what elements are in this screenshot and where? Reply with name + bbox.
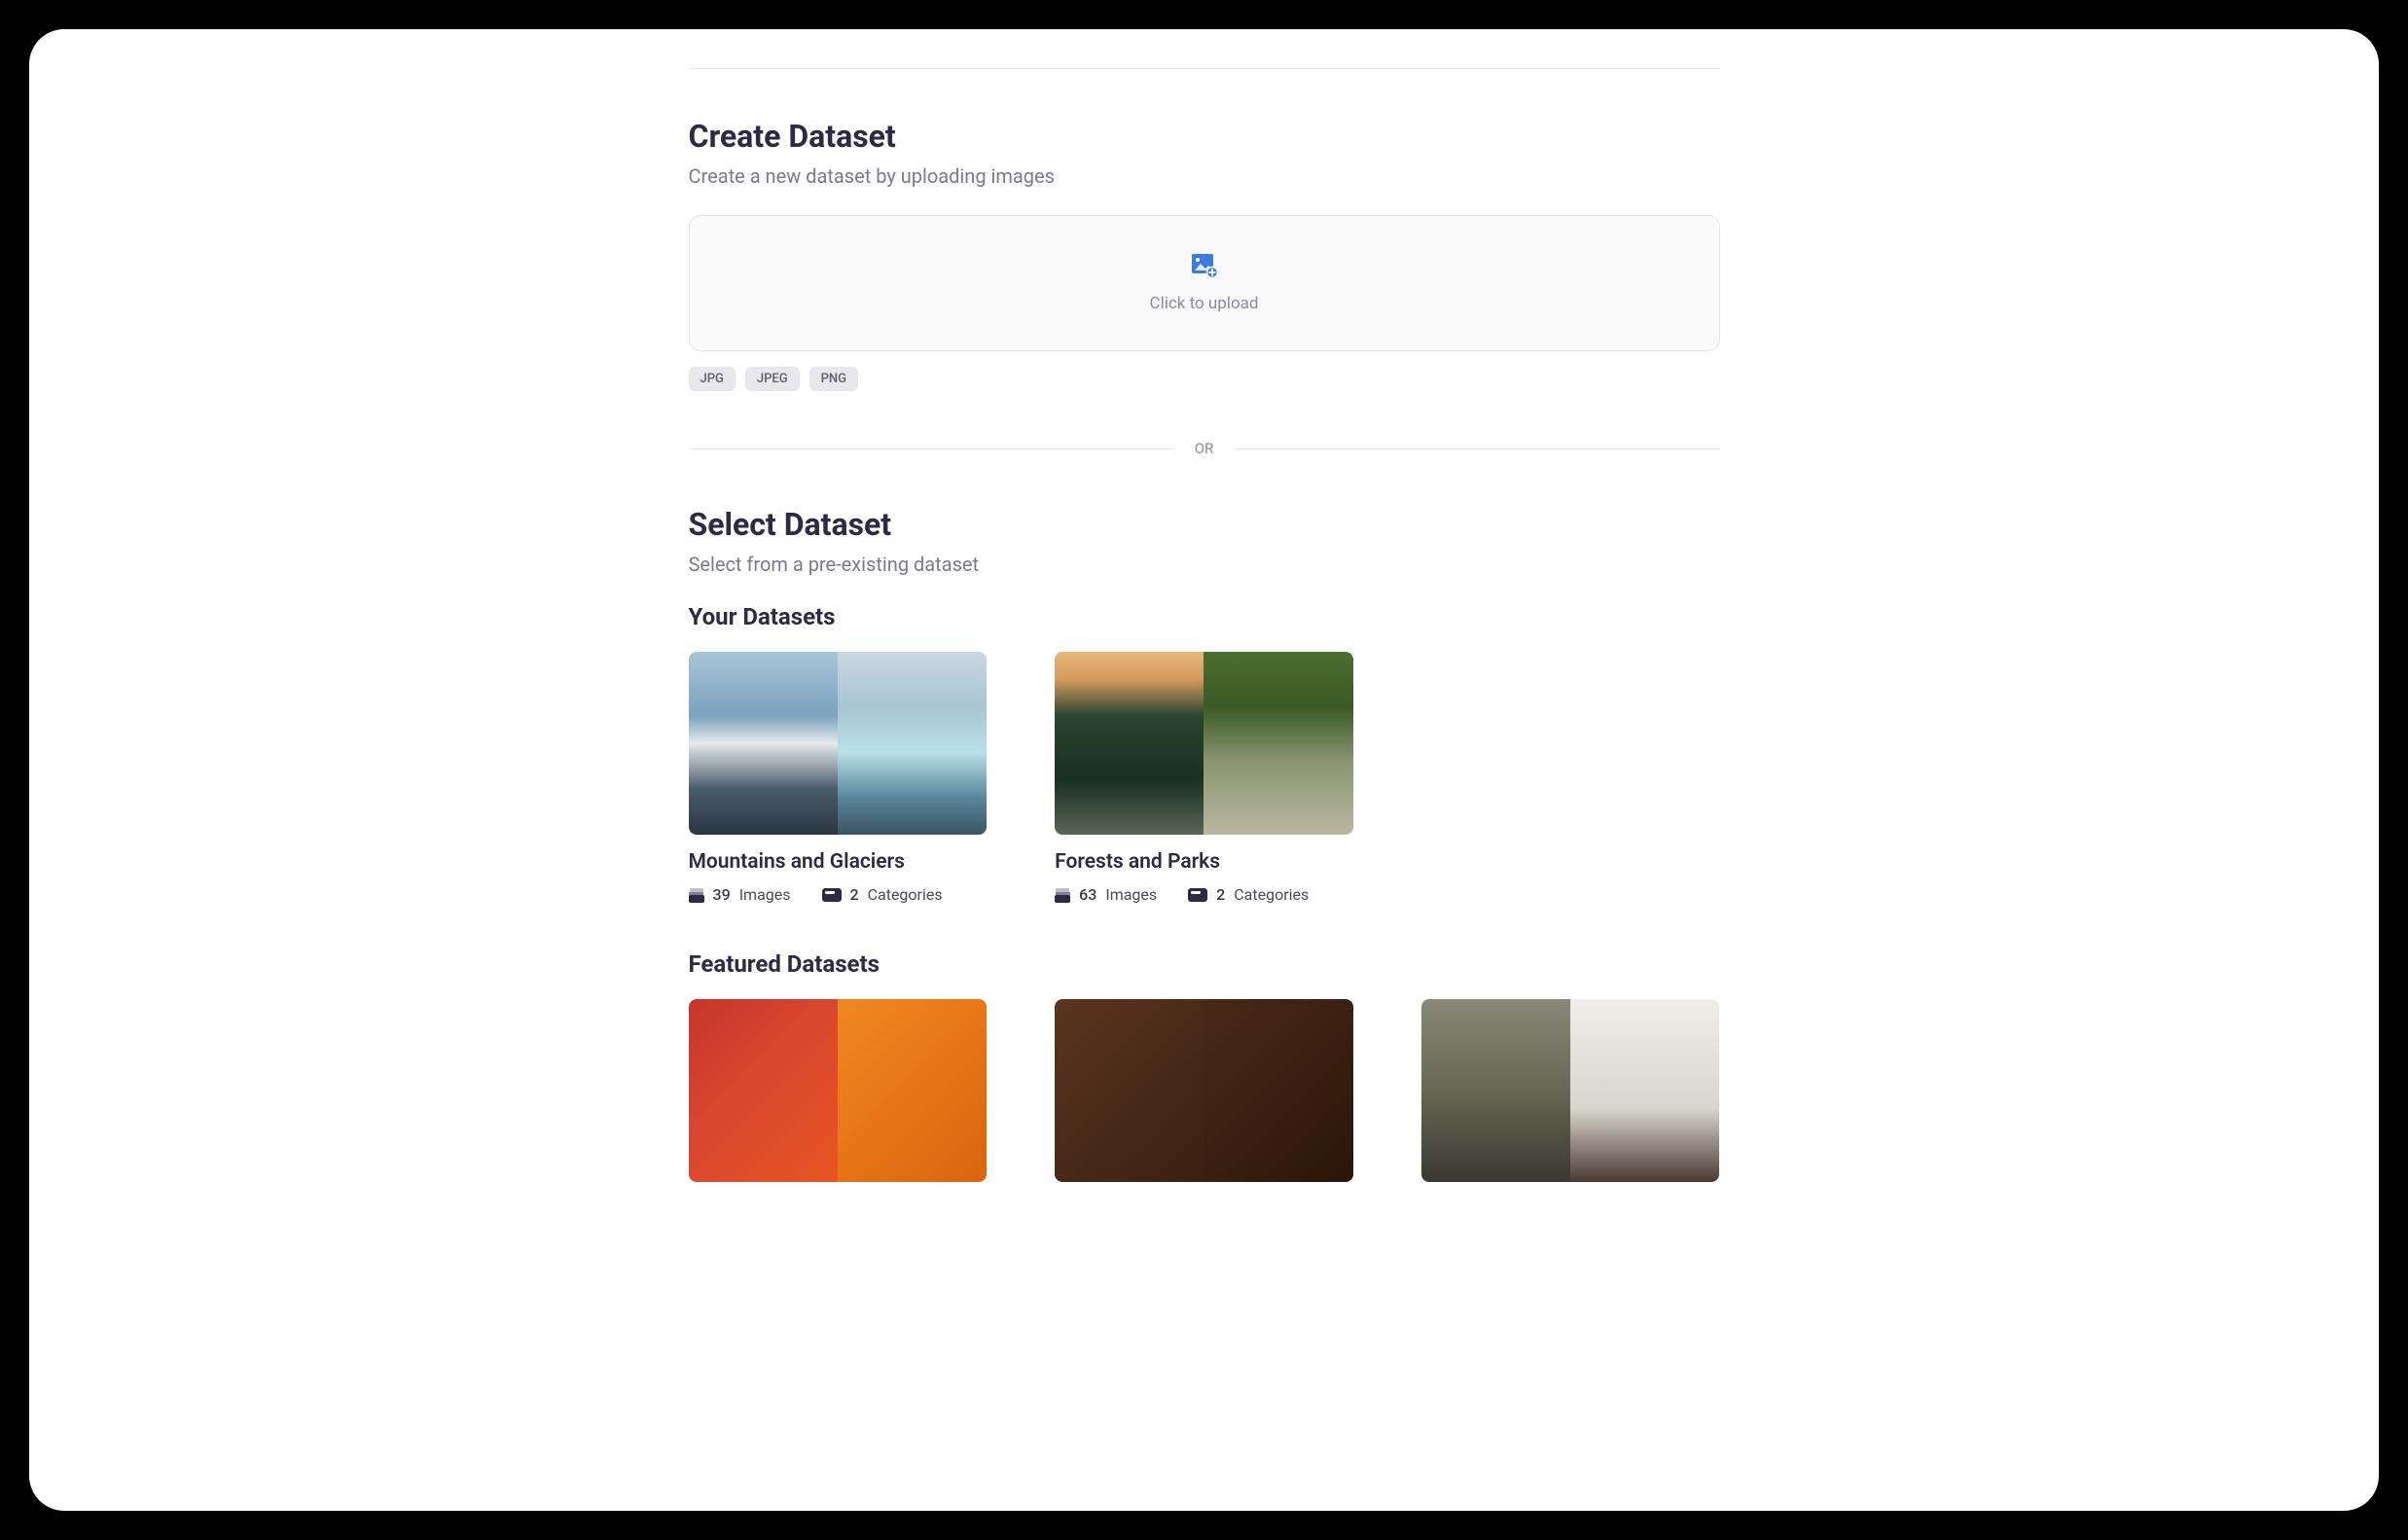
dataset-card[interactable]: Mountains and Glaciers 39 Images 2	[689, 652, 988, 904]
images-meta: 63 Images	[1055, 885, 1157, 904]
scroll-content[interactable]: Create Dataset Create a new dataset by u…	[29, 29, 2379, 1511]
your-datasets-heading: Your Datasets	[689, 603, 1720, 630]
categories-meta: 2 Categories	[1188, 885, 1309, 904]
images-meta: 39 Images	[689, 885, 791, 904]
dataset-meta: 39 Images 2 Categories	[689, 885, 988, 904]
select-subtitle: Select from a pre-existing dataset	[689, 553, 1720, 576]
upload-text: Click to upload	[1150, 294, 1259, 313]
categories-icon	[1188, 888, 1207, 902]
categories-meta: 2 Categories	[822, 885, 943, 904]
dataset-card[interactable]	[1055, 999, 1353, 1198]
create-title: Create Dataset	[689, 118, 1720, 155]
dataset-card[interactable]	[689, 999, 988, 1198]
create-subtitle: Create a new dataset by uploading images	[689, 164, 1720, 188]
featured-datasets-grid	[689, 999, 1720, 1198]
categories-icon	[822, 888, 842, 902]
dataset-thumbnail	[689, 999, 988, 1182]
dataset-thumbnail	[1421, 999, 1720, 1182]
upload-image-icon	[1191, 253, 1218, 282]
divider-label: OR	[1195, 440, 1214, 457]
images-icon	[1055, 888, 1070, 902]
dataset-thumbnail	[689, 652, 988, 835]
select-title: Select Dataset	[689, 506, 1720, 543]
dataset-title: Forests and Parks	[1055, 850, 1353, 874]
or-divider: OR	[689, 440, 1720, 457]
dataset-title: Mountains and Glaciers	[689, 850, 988, 874]
upload-dropzone[interactable]: Click to upload	[689, 215, 1720, 351]
format-chip-png: PNG	[809, 367, 858, 391]
dataset-card[interactable]	[1421, 999, 1720, 1198]
top-divider	[689, 68, 1720, 69]
dataset-meta: 63 Images 2 Categories	[1055, 885, 1353, 904]
dataset-card[interactable]: Forests and Parks 63 Images 2 Ca	[1055, 652, 1353, 904]
your-datasets-grid: Mountains and Glaciers 39 Images 2	[689, 652, 1720, 904]
dataset-thumbnail	[1055, 999, 1353, 1182]
dataset-thumbnail	[1055, 652, 1353, 835]
format-chips: JPG JPEG PNG	[689, 367, 1720, 391]
format-chip-jpeg: JPEG	[745, 367, 800, 391]
format-chip-jpg: JPG	[689, 367, 736, 391]
app-window: Create Dataset Create a new dataset by u…	[29, 29, 2379, 1511]
images-icon	[689, 888, 704, 902]
featured-datasets-heading: Featured Datasets	[689, 950, 1720, 978]
